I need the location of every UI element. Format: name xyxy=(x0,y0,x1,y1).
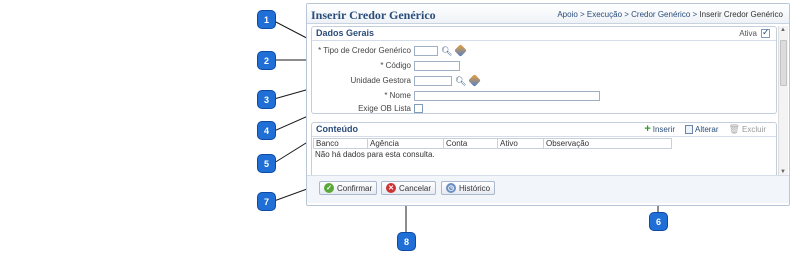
scroll-thumb[interactable] xyxy=(780,40,787,86)
excluir-button[interactable]: 🗑︎ Excluir xyxy=(729,124,766,135)
history-icon: ◷ xyxy=(446,183,456,193)
callout-badge: 1 xyxy=(258,11,275,28)
exige-ob-lista-label: Exige OB Lista xyxy=(358,104,411,113)
callout-badge: 2 xyxy=(258,52,275,69)
nome-input[interactable] xyxy=(414,90,600,101)
alterar-button[interactable]: Alterar xyxy=(684,124,719,135)
exige-ob-lista-checkbox[interactable] xyxy=(414,104,423,113)
column-header[interactable]: Ativo xyxy=(497,138,544,149)
unidade-gestora-label: Unidade Gestora xyxy=(350,76,411,85)
cancelar-label: Cancelar xyxy=(399,183,432,193)
callout-badge: 7 xyxy=(258,193,275,210)
tipo-credor-row: * Tipo de Credor Genérico 🔍︎ xyxy=(312,44,468,57)
exige-ob-lista-row: Exige OB Lista xyxy=(312,103,423,114)
action-footer: ✓ Confirmar ✕ Cancelar ◷ Histórico xyxy=(307,175,789,203)
ativa-label: Ativa xyxy=(739,29,757,38)
callout-badge: 8 xyxy=(398,233,415,250)
column-header[interactable]: Observação xyxy=(543,138,672,149)
nome-label: * Nome xyxy=(384,91,411,100)
dados-gerais-panel: Dados Gerais Ativa * Tipo de Credor Gené… xyxy=(311,26,777,114)
clear-icon[interactable] xyxy=(454,44,468,57)
conteudo-table: Banco Agência Conta Ativo Observação xyxy=(313,138,672,149)
empty-message: Não há dados para esta consulta. xyxy=(315,150,435,159)
breadcrumb: Apoio > Execução > Credor Genérico > Ins… xyxy=(557,10,783,19)
trash-icon: 🗑︎ xyxy=(728,124,740,134)
alterar-label: Alterar xyxy=(694,125,719,134)
breadcrumb-trail[interactable]: Apoio > Execução > Credor Genérico > xyxy=(557,10,699,19)
cancel-icon: ✕ xyxy=(386,183,396,193)
callout-badge: 3 xyxy=(258,91,275,108)
unidade-gestora-row: Unidade Gestora 🔍︎ xyxy=(312,74,482,87)
nome-row: * Nome xyxy=(312,90,600,101)
callout-badge: 4 xyxy=(258,122,275,139)
excluir-label: Excluir xyxy=(741,125,766,134)
cancelar-button[interactable]: ✕ Cancelar xyxy=(381,181,437,195)
column-header[interactable]: Agência xyxy=(367,138,444,149)
column-header[interactable]: Banco xyxy=(313,138,368,149)
inserir-button[interactable]: + Inserir xyxy=(644,124,675,135)
callout-badge: 6 xyxy=(650,213,667,230)
tipo-credor-input[interactable] xyxy=(414,45,438,56)
breadcrumb-current: Inserir Credor Genérico xyxy=(699,10,783,19)
page-title: Inserir Credor Genérico xyxy=(311,8,436,22)
dados-gerais-title: Dados Gerais xyxy=(316,28,375,38)
codigo-input[interactable] xyxy=(414,60,460,71)
callout-badge: 5 xyxy=(258,155,275,172)
tipo-credor-label: * Tipo de Credor Genérico xyxy=(318,46,411,55)
conteudo-toolbar: + Inserir Alterar 🗑︎ Excluir xyxy=(644,124,766,135)
clear-icon[interactable] xyxy=(468,74,482,87)
confirmar-label: Confirmar xyxy=(337,183,373,193)
ativa-toggle: Ativa xyxy=(739,27,770,38)
historico-label: Histórico xyxy=(459,183,491,193)
plus-icon: + xyxy=(644,123,651,135)
search-icon[interactable]: 🔍︎ xyxy=(455,76,466,86)
check-icon: ✓ xyxy=(324,183,334,193)
historico-button[interactable]: ◷ Histórico xyxy=(441,181,496,195)
conteudo-panel: Conteúdo + Inserir Alterar 🗑︎ Excluir Ba… xyxy=(311,122,777,180)
ativa-checkbox[interactable] xyxy=(761,27,770,38)
vertical-scrollbar[interactable]: ▲ ▼ xyxy=(778,26,788,176)
credor-generico-window: Inserir Credor Genérico Apoio > Execução… xyxy=(306,3,790,206)
codigo-row: * Código xyxy=(312,60,460,71)
confirmar-button[interactable]: ✓ Confirmar xyxy=(319,181,378,195)
table-header-row: Banco Agência Conta Ativo Observação xyxy=(313,138,672,149)
search-icon[interactable]: 🔍︎ xyxy=(441,46,452,56)
codigo-label: * Código xyxy=(380,61,411,70)
scroll-up-icon[interactable]: ▲ xyxy=(780,27,786,33)
unidade-gestora-input[interactable] xyxy=(414,75,452,86)
dados-gerais-header: Dados Gerais Ativa xyxy=(312,27,776,41)
window-header: Inserir Credor Genérico Apoio > Execução… xyxy=(307,4,789,24)
inserir-label: Inserir xyxy=(652,125,675,134)
conteudo-title: Conteúdo xyxy=(316,124,358,134)
conteudo-header: Conteúdo + Inserir Alterar 🗑︎ Excluir xyxy=(312,123,776,137)
column-header[interactable]: Conta xyxy=(443,138,498,149)
edit-icon xyxy=(684,125,693,134)
